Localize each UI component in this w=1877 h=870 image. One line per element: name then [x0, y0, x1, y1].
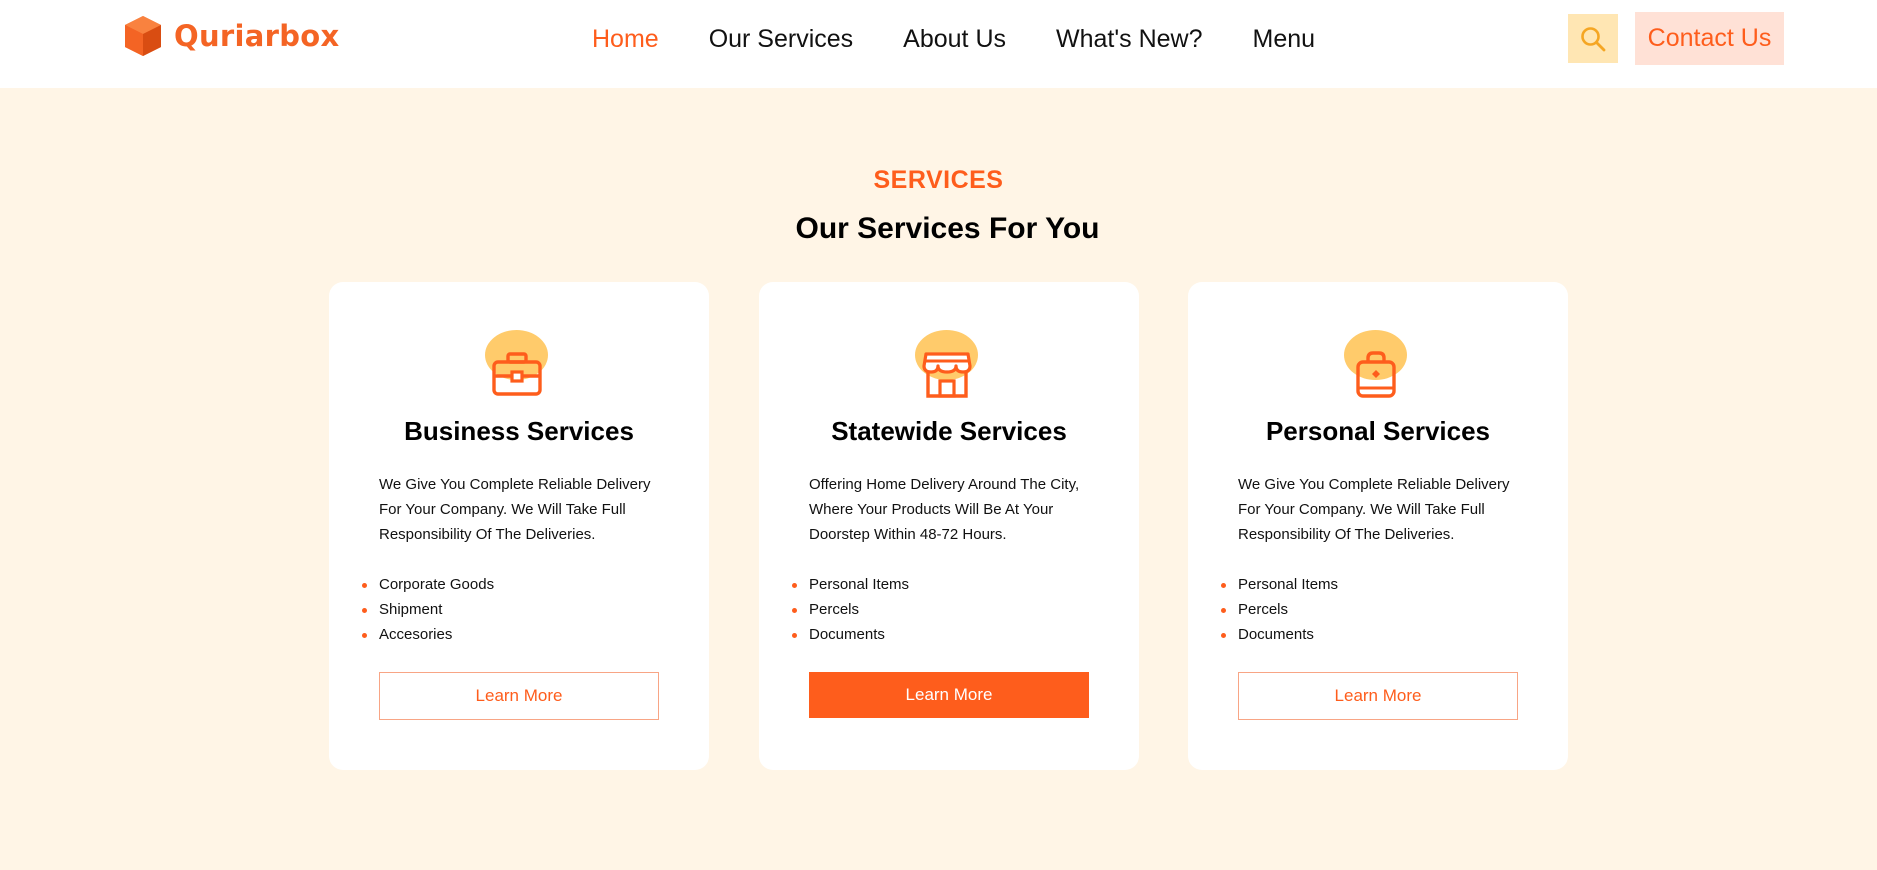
list-item-text: Shipment — [379, 601, 443, 618]
bullet-dot — [792, 608, 797, 613]
list-item: Documents — [792, 622, 909, 647]
list-item-text: Percels — [1238, 601, 1289, 618]
nav-item-whats-new: What's New? — [1056, 24, 1202, 54]
brand-name: Quriarbox — [174, 19, 340, 53]
bullet-dot — [1221, 633, 1226, 638]
nav-link-about-us[interactable]: About Us — [903, 25, 1006, 53]
card-title: Statewide Services — [831, 416, 1067, 446]
list-item-text: Documents — [1238, 626, 1314, 643]
list-item: Shipment — [362, 597, 494, 622]
list-item: Accesories — [362, 622, 494, 647]
bullet-dot — [1221, 608, 1226, 613]
list-item-text: Personal Items — [1238, 576, 1339, 593]
nav-item-our-services: Our Services — [709, 24, 853, 54]
list-item: Documents — [1221, 622, 1338, 647]
storefront-icon — [922, 352, 972, 398]
card-description: We Give You Complete Reliable Delivery F… — [379, 476, 651, 543]
card-feature-list: Corporate Goods Shipment Accesories — [362, 572, 495, 647]
list-item: Percels — [1221, 597, 1338, 622]
bag-icon — [1356, 351, 1396, 398]
card-title: Business Services — [404, 416, 634, 446]
service-card-statewide: Statewide Services Offering Home Deliver… — [759, 282, 1139, 770]
list-item: Personal Items — [792, 572, 910, 597]
briefcase-icon — [492, 352, 542, 396]
bullet-dot — [362, 583, 367, 588]
nav-link-home[interactable]: Home — [592, 25, 659, 53]
nav-link-our-services[interactable]: Our Services — [709, 25, 853, 53]
bullet-dot — [362, 608, 367, 613]
box-logo-icon — [125, 16, 161, 56]
card-icon-wrap — [915, 330, 979, 400]
card-feature-list: Personal Items Percels Documents — [792, 572, 910, 647]
learn-more-button[interactable]: Learn More — [1238, 672, 1518, 720]
list-item-text: Accesories — [379, 626, 453, 643]
list-item-text: Percels — [809, 601, 860, 618]
bullet-dot — [1221, 583, 1226, 588]
list-item: Personal Items — [1221, 572, 1339, 597]
nav-item-about-us: About Us — [903, 24, 1006, 54]
card-icon-wrap — [485, 330, 549, 400]
list-item: Corporate Goods — [362, 572, 495, 597]
learn-more-button[interactable]: Learn More — [379, 672, 659, 720]
search-button[interactable] — [1568, 14, 1618, 63]
nav-item-menu: Menu — [1253, 24, 1316, 54]
contact-us-button[interactable]: Contact Us — [1635, 12, 1784, 65]
section-title: Our Services For You — [795, 212, 1100, 245]
nav-link-whats-new[interactable]: What's New? — [1056, 25, 1202, 53]
bullet-dot — [362, 633, 367, 638]
site-header: Quriarbox Home Our Services About Us Wha… — [0, 0, 1877, 88]
learn-more-button[interactable]: Learn More — [809, 672, 1089, 718]
list-item-text: Personal Items — [809, 576, 910, 593]
main-nav: Home Our Services About Us What's New? M… — [592, 24, 1315, 54]
list-item: Percels — [792, 597, 909, 622]
list-item-text: Corporate Goods — [379, 576, 495, 593]
card-feature-list: Personal Items Percels Documents — [1221, 572, 1339, 647]
card-description: We Give You Complete Reliable Delivery F… — [1238, 476, 1510, 543]
service-card-personal: Personal Services We Give You Complete R… — [1188, 282, 1568, 770]
nav-item-home: Home — [592, 24, 659, 54]
search-icon — [1581, 26, 1606, 51]
brand-logo[interactable]: Quriarbox — [121, 14, 340, 58]
service-card-business: Business Services We Give You Complete R… — [329, 282, 709, 770]
bullet-dot — [792, 633, 797, 638]
card-title: Personal Services — [1265, 416, 1491, 446]
bullet-dot — [792, 583, 797, 588]
card-icon-wrap — [1344, 330, 1408, 400]
section-eyebrow: SERVICES — [873, 166, 1004, 194]
list-item-text: Documents — [809, 626, 885, 643]
nav-link-menu[interactable]: Menu — [1253, 25, 1316, 53]
card-description: Offering Home Delivery Around The City, … — [809, 476, 1080, 543]
